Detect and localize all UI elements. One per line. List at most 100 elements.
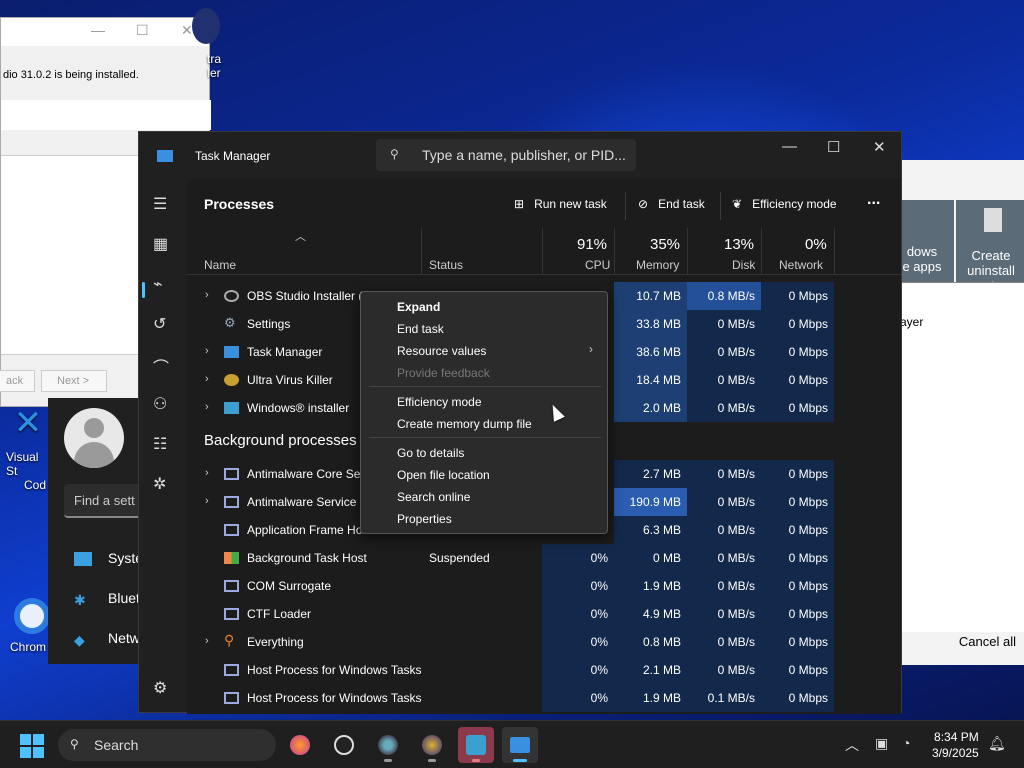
- windows-logo-tile: [33, 734, 44, 745]
- taskbar-app-obs[interactable]: [326, 727, 362, 763]
- maximize-icon[interactable]: ☐: [136, 22, 149, 39]
- notification-bell-icon[interactable]: 🔔︎: [988, 735, 1006, 752]
- start-button[interactable]: [20, 734, 44, 758]
- taskbar-app-task-manager[interactable]: [502, 727, 538, 763]
- apps-content-panel: ayer: [900, 282, 1024, 632]
- close-icon[interactable]: ✕: [873, 138, 886, 156]
- column-network[interactable]: Network: [779, 258, 823, 272]
- table-row[interactable]: Host Process for Windows Tasks 0% 2.1 MB…: [187, 656, 901, 684]
- chevron-right-icon[interactable]: ›: [205, 373, 209, 385]
- installer-progress-area: [1, 100, 211, 130]
- menu-item-go-to-details[interactable]: Go to details: [397, 446, 464, 460]
- hamburger-menu-icon[interactable]: ☰: [153, 194, 167, 214]
- chevron-right-icon[interactable]: ›: [205, 635, 209, 647]
- app-history-icon[interactable]: ↺: [153, 314, 166, 334]
- chevron-right-icon[interactable]: ›: [205, 345, 209, 357]
- menu-item-end-task[interactable]: End task: [397, 322, 444, 336]
- menu-item-create-dump[interactable]: Create memory dump file: [397, 417, 532, 431]
- cpu-cell: 0%: [542, 656, 614, 684]
- chevron-right-icon[interactable]: ›: [205, 289, 209, 301]
- disk-cell: 0 MB/s: [687, 366, 761, 394]
- taskbar-app-windows-installer[interactable]: [458, 727, 494, 763]
- taskbar-app-ultra-virus-killer[interactable]: [414, 727, 450, 763]
- more-options-button[interactable]: ...: [867, 191, 880, 209]
- process-search-input[interactable]: ⚲ Type a name, publisher, or PID...: [376, 139, 636, 171]
- disk-cell: 0.1 MB/s: [687, 684, 761, 712]
- network-cell: 0 Mbps: [761, 544, 834, 572]
- column-cpu[interactable]: CPU: [585, 258, 610, 272]
- network-cell: 0 Mbps: [761, 488, 834, 516]
- task-manager-titlebar[interactable]: Task Manager ⚲ Type a name, publisher, o…: [139, 132, 901, 178]
- efficiency-mode-button[interactable]: ❦ Efficiency mode: [732, 197, 837, 211]
- menu-item-properties[interactable]: Properties: [397, 512, 452, 526]
- table-row[interactable]: Background Task Host Suspended 0% 0 MB 0…: [187, 544, 901, 572]
- taskbar-app-firefox[interactable]: [282, 727, 318, 763]
- menu-item-efficiency-mode[interactable]: Efficiency mode: [397, 395, 482, 409]
- cpu-cell: 0%: [542, 544, 614, 572]
- bluetooth-icon: ✱: [74, 592, 86, 609]
- menu-item-resource-values[interactable]: Resource values: [397, 344, 486, 358]
- users-icon[interactable]: ⚇: [153, 394, 167, 414]
- settings-nav-system[interactable]: Syste: [74, 550, 143, 567]
- chevron-right-icon[interactable]: ›: [205, 467, 209, 479]
- next-button[interactable]: Next >: [41, 370, 107, 392]
- taskbar-search[interactable]: ⚲ Search: [58, 729, 276, 761]
- table-row[interactable]: COM Surrogate 0% 1.9 MB 0 MB/s 0 Mbps: [187, 572, 901, 600]
- chevron-up-icon[interactable]: ︿: [845, 735, 859, 755]
- menu-item-open-file-location[interactable]: Open file location: [397, 468, 490, 482]
- settings-nav-network[interactable]: ◆ Netw: [74, 630, 140, 648]
- menu-item-search-online[interactable]: Search online: [397, 490, 470, 504]
- avatar[interactable]: [64, 408, 124, 468]
- windows-installer-icon: [224, 402, 239, 414]
- end-task-button[interactable]: ⊘ End task: [638, 197, 705, 211]
- run-new-task-button[interactable]: ⊞ Run new task: [514, 197, 607, 211]
- table-row[interactable]: CTF Loader 0% 4.9 MB 0 MB/s 0 Mbps: [187, 600, 901, 628]
- column-divider: [542, 228, 543, 275]
- desktop-icon-vscode[interactable]: ✕ Visual St Cod: [0, 406, 48, 492]
- startup-apps-icon[interactable]: ⌒: [153, 354, 169, 378]
- obs-icon: [224, 290, 239, 302]
- chevron-right-icon[interactable]: ›: [205, 401, 209, 413]
- desktop-icon-chrome[interactable]: Chrom: [8, 598, 50, 654]
- maximize-icon[interactable]: ☐: [827, 138, 840, 156]
- process-name: Task Manager: [247, 345, 323, 359]
- close-icon[interactable]: ✕: [181, 22, 193, 39]
- minimize-icon[interactable]: —: [782, 138, 797, 155]
- memory-cell: 2.1 MB: [614, 656, 687, 684]
- search-icon: ⚲: [390, 147, 399, 161]
- settings-nav-bluetooth[interactable]: ✱ Bluet: [74, 590, 140, 609]
- table-row[interactable]: Host Process for Windows Tasks 0% 1.9 MB…: [187, 684, 901, 712]
- disk-cell: 0 MB/s: [687, 600, 761, 628]
- back-button[interactable]: ack: [0, 370, 35, 392]
- processes-icon[interactable]: ▦: [153, 234, 168, 254]
- desktop-icon-ultra-virus-killer[interactable]: tra ler: [192, 8, 226, 80]
- network-cell: 0 Mbps: [761, 460, 834, 488]
- taskbar-app-settings[interactable]: [370, 727, 406, 763]
- cancel-all-button[interactable]: Cancel all: [959, 634, 1016, 649]
- column-memory[interactable]: Memory: [636, 258, 679, 272]
- create-uninstall-entry-tile[interactable]: Create uninstall entry: [956, 200, 1024, 286]
- column-name[interactable]: Name: [204, 258, 236, 272]
- performance-icon[interactable]: ⌁: [153, 274, 163, 294]
- column-disk[interactable]: Disk: [732, 258, 755, 272]
- table-row[interactable]: › ⚲ Everything 0% 0.8 MB 0 MB/s 0 Mbps: [187, 628, 901, 656]
- process-name: Host Process for Windows Tasks: [247, 663, 422, 677]
- minimize-icon[interactable]: —: [91, 22, 105, 38]
- memory-cell: 190.9 MB: [614, 488, 687, 516]
- window-title: Task Manager: [195, 149, 271, 163]
- memory-total: 35%: [650, 236, 681, 253]
- leaf-icon: ❦: [732, 197, 743, 211]
- task-manager-icon: [510, 737, 530, 753]
- chevron-right-icon[interactable]: ›: [205, 495, 209, 507]
- services-icon[interactable]: ✲: [153, 474, 166, 494]
- clock-date: 3/9/2025: [932, 746, 979, 760]
- system-clock[interactable]: 8:34 PM 3/9/2025: [932, 729, 979, 761]
- disk-cell: 0 MB/s: [687, 460, 761, 488]
- details-icon[interactable]: ☷: [153, 434, 167, 454]
- column-status[interactable]: Status: [429, 258, 463, 272]
- settings-gear-icon[interactable]: ⚙: [153, 678, 167, 698]
- menu-item-expand[interactable]: Expand: [397, 300, 440, 314]
- task-manager-icon: [157, 150, 173, 162]
- network-icon[interactable]: ▣: [875, 735, 888, 752]
- volume-icon[interactable]: ◔: [902, 735, 910, 751]
